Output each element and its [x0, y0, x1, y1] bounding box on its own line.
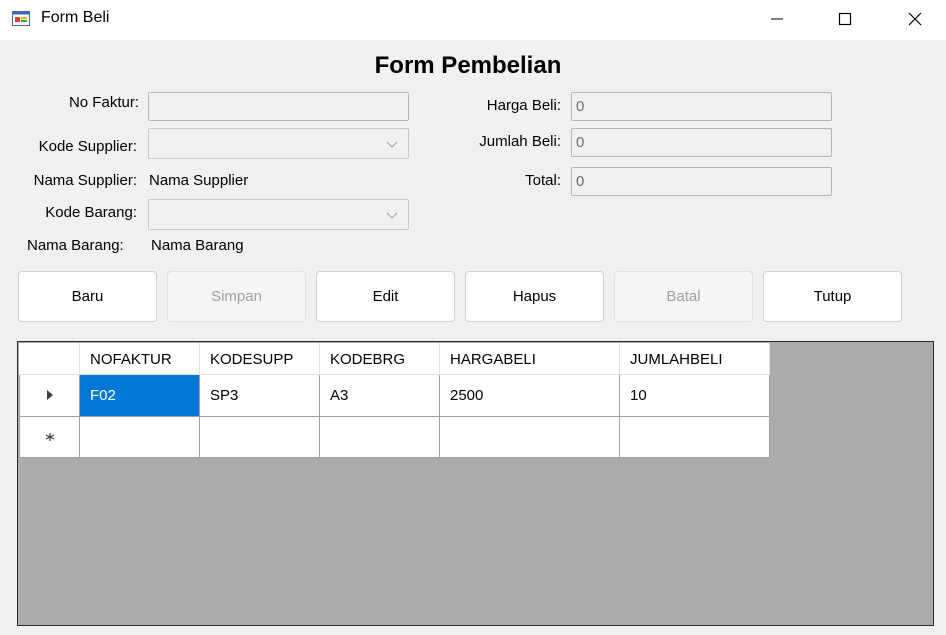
window-title: Form Beli [41, 9, 110, 26]
new-row-icon [45, 432, 54, 441]
grid-header-row: NOFAKTUR KODESUPP KODEBRG HARGABELI JUML… [19, 343, 770, 375]
column-header[interactable]: KODESUPP [199, 343, 320, 375]
jumlah-beli-field[interactable]: 0 [571, 128, 832, 157]
baru-button[interactable]: Baru [18, 271, 157, 322]
row-pointer-icon [46, 390, 53, 400]
minimize-icon [771, 18, 783, 20]
total-field[interactable]: 0 [571, 167, 832, 196]
close-icon [908, 12, 922, 26]
form-client-area: Form Pembelian No Faktur: Kode Supplier:… [0, 40, 946, 635]
table-cell[interactable] [439, 416, 620, 458]
grid-corner-header[interactable] [19, 343, 80, 375]
column-header[interactable]: HARGABELI [439, 343, 620, 375]
column-header[interactable]: JUMLAHBELI [619, 343, 770, 375]
chevron-down-icon [386, 141, 398, 148]
kode-barang-combobox[interactable] [148, 199, 409, 230]
app-form-icon [12, 9, 30, 27]
chevron-down-icon [386, 212, 398, 219]
maximize-icon [838, 12, 852, 26]
table-cell[interactable]: 10 [619, 374, 770, 417]
kode-barang-label: Kode Barang: [45, 204, 137, 221]
column-header[interactable]: NOFAKTUR [79, 343, 200, 375]
kode-supplier-label: Kode Supplier: [38, 138, 137, 155]
simpan-button[interactable]: Simpan [167, 271, 306, 322]
table-cell[interactable]: A3 [319, 374, 440, 417]
table-cell[interactable] [79, 416, 200, 458]
no-faktur-label: No Faktur: [68, 94, 139, 111]
grid-table: NOFAKTUR KODESUPP KODEBRG HARGABELI JUML… [19, 343, 770, 458]
table-cell[interactable]: SP3 [199, 374, 320, 417]
nama-supplier-label: Nama Supplier: [33, 172, 137, 189]
nama-barang-value: Nama Barang [151, 237, 244, 254]
table-cell[interactable] [199, 416, 320, 458]
no-faktur-field[interactable] [148, 92, 409, 121]
minimize-button[interactable] [742, 0, 812, 38]
row-header[interactable] [19, 374, 80, 417]
title-bar: Form Beli [0, 0, 946, 40]
form-heading: Form Pembelian [374, 52, 562, 79]
new-table-row[interactable] [19, 416, 770, 458]
harga-beli-label: Harga Beli: [486, 97, 561, 114]
nama-barang-label: Nama Barang: [27, 237, 124, 254]
edit-button[interactable]: Edit [316, 271, 455, 322]
purchase-data-grid[interactable]: NOFAKTUR KODESUPP KODEBRG HARGABELI JUML… [17, 341, 934, 626]
table-cell[interactable] [619, 416, 770, 458]
row-header[interactable] [19, 416, 80, 458]
tutup-button[interactable]: Tutup [763, 271, 902, 322]
hapus-button[interactable]: Hapus [465, 271, 604, 322]
table-row[interactable]: F02 SP3 A3 2500 10 [19, 374, 770, 417]
harga-beli-field[interactable]: 0 [571, 92, 832, 121]
batal-button[interactable]: Batal [614, 271, 753, 322]
table-cell[interactable]: 2500 [439, 374, 620, 417]
maximize-button[interactable] [810, 0, 880, 38]
close-button[interactable] [880, 0, 946, 38]
column-header[interactable]: KODEBRG [319, 343, 440, 375]
total-label: Total: [525, 172, 561, 189]
nama-supplier-value: Nama Supplier [149, 172, 249, 189]
table-cell[interactable] [319, 416, 440, 458]
jumlah-beli-label: Jumlah Beli: [479, 133, 561, 150]
table-cell[interactable]: F02 [79, 374, 200, 417]
kode-supplier-combobox[interactable] [148, 128, 409, 159]
